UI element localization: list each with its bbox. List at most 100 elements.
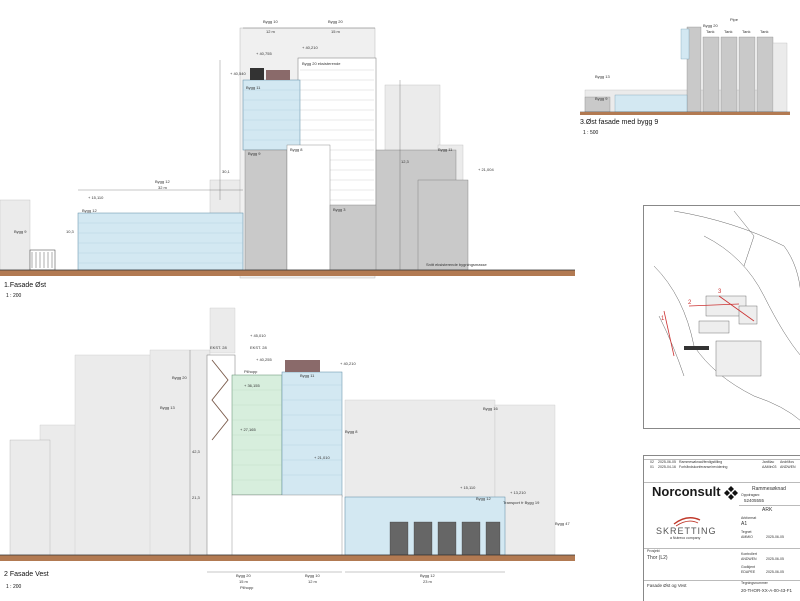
map-label-2: 2 [688,300,692,306]
company-logo-text: Norconsult [652,484,721,499]
west-bottom-bygg10-w: 12 m [308,579,317,584]
facade-east-bygg9-view: Pipe Bygg 20 Tank Tank Tank Tank Bygg 13… [575,15,800,145]
date-3: 2025-06-05 [766,570,784,574]
west-dim-b: 21,3 [192,495,200,500]
west-ekst-1: EKST. 28 [210,345,227,350]
west-bottom-pilhopp: Pilhopp [240,585,254,590]
format-value: A1 [741,521,748,527]
east9-tank3: Tank [742,29,751,34]
drawn-label: Tegnet [741,530,752,534]
east9-bygg13: Bygg 13 [595,74,610,79]
west-bottom-bygg20-w: 15 m [239,579,248,584]
east9-view-title: 3.Øst fasade med bygg 9 [580,119,659,126]
west-level-7: + 13,210 [510,490,526,495]
key-map: 1 2 3 [643,205,800,429]
east-bygg10-width: 12 m [266,29,275,34]
east9-tank2: Tank [724,29,733,34]
east-bygg12-width: 32 m [158,185,167,190]
west-level-3: + 36,155 [244,383,260,388]
east9-tank1: Tank [706,29,715,34]
east-dim-1: 30,1 [222,169,230,174]
west-level-1: + 45,010 [250,333,266,338]
west-level-4: + 27,165 [240,427,256,432]
east-bygg20-note: Bygg 20 eksisterende [302,61,341,66]
east-bygg-low-label: Bygg 9 [14,229,27,234]
project-number: 52405555 [744,498,765,503]
rev1-date: 2025-04-16 [658,465,676,469]
facade-west-drawing [0,307,575,573]
east-view-title: 1.Fasade Øst [4,282,47,289]
west-bottom-bygg12-w: 23 m [423,579,432,584]
title-block: 02 2025-06-05 Rammesøknad/ferdigstilling… [643,455,800,601]
west-bottom-bygg20: Bygg 20 [236,573,251,578]
format-label: Arkformat [741,516,757,520]
east-bygg8-label: Bygg 8 [290,147,303,152]
east-view-scale: 1 : 200 [6,293,22,299]
rev2-no: 02 [650,460,654,464]
west-bottom-bygg10: Bygg 10 [305,573,320,578]
east-bygg9-label: Bygg 9 [248,151,261,156]
east-level-1: + 40,755 [256,51,272,56]
west-bygg16: Bygg 16 [483,406,498,411]
project-number-label: Oppdragsnr. [741,493,761,497]
east-ground-note: Snitt eksisterende bygningsmasse [426,262,487,267]
rev1-by: AAMIn03 [762,465,777,469]
map-label-3: 3 [718,289,722,295]
east9-pipe: Pipe [730,17,739,22]
sheet-title: Fasade Øst og Vest [647,583,687,588]
rev2-date: 2025-06-05 [658,460,676,464]
client-sub: a Nutreco company [670,536,701,540]
east-bygg20-width: 15 m [331,29,340,34]
discipline: ARK [762,507,773,513]
east-level-2: + 40,210 [302,45,318,50]
west-bygg11: Bygg 11 [300,373,315,378]
checked-label: Kontrollert [741,552,757,556]
east9-view-scale: 1 : 500 [583,130,599,136]
west-pilhopp: Pilhopp [244,369,258,374]
west-bygg20: Bygg 20 [172,375,187,380]
status-label: Rammesøknad [752,486,786,492]
approved-label: Godkjent [741,565,756,569]
rev2-desc: Rammesøknad/ferdigstilling [679,460,723,464]
west-transport: Transport fr Bygg 19 [503,500,540,505]
west-bottom-bygg12: Bygg 12 [420,573,435,578]
facade-west-view: EKST. 28 EKST. 28 + 45,010 + 40,255 + 40… [0,300,580,600]
east-dim-3: 10,3 [66,229,74,234]
date-2: 2025-06-05 [766,557,784,561]
facade-east-view: Bygg 10 12 m Bygg 20 15 m + 40,755 + 40,… [0,0,580,300]
map-label-1: 1 [661,316,665,322]
client-logo-text: SKRETTING [656,526,717,536]
east9-tank4: Tank [760,29,769,34]
east9-bygg20: Bygg 20 [703,23,718,28]
east-bygg11-top: Bygg 11 [246,85,261,90]
east-bygg10-label: Bygg 10 [263,19,278,24]
west-view-scale: 1 : 200 [6,584,22,590]
drawing-number-label: Tegningsnummer [741,581,768,585]
west-level-2: + 40,255 [256,357,272,362]
east-bygg12-tag: Bygg 12 [82,208,97,213]
drawing-number: 20-THOR-XX-A-00-43-F1 [741,588,793,593]
west-bygg12: Bygg 12 [476,496,491,501]
west-view-title: 2 Fasade Vest [4,571,49,578]
east-level-5: + 21,004 [478,167,494,172]
project-label: Prosjekt [647,549,660,553]
east-bygg20-label: Bygg 20 [328,19,343,24]
west-level-6: + 15,110 [460,485,476,490]
east-dim-2: 12,3 [401,159,409,164]
west-dim-h: 42,3 [192,449,200,454]
norconsult-logo-icon [724,486,738,500]
east-level-3: + 40,540 [230,71,246,76]
checked-value: ANDWEN [741,557,757,561]
west-bygg8: Bygg 8 [345,429,358,434]
east-bygg3-label: Bygg 3 [333,207,346,212]
east-bygg11-label: Bygg 11 [438,147,453,152]
rev2-by: JanMac [762,460,775,464]
rev1-no: 01 [650,465,654,469]
drawn-value: AMMIO [741,535,753,539]
rev1-chk: ANDWEN [780,465,796,469]
west-level-8: + 40,210 [340,361,356,366]
rev2-chk: AndrMos [780,460,795,464]
key-map-drawing [653,210,800,421]
west-level-5: + 21,010 [314,455,330,460]
rev1-desc: Forhåndskonferanse/revidering [679,465,728,469]
